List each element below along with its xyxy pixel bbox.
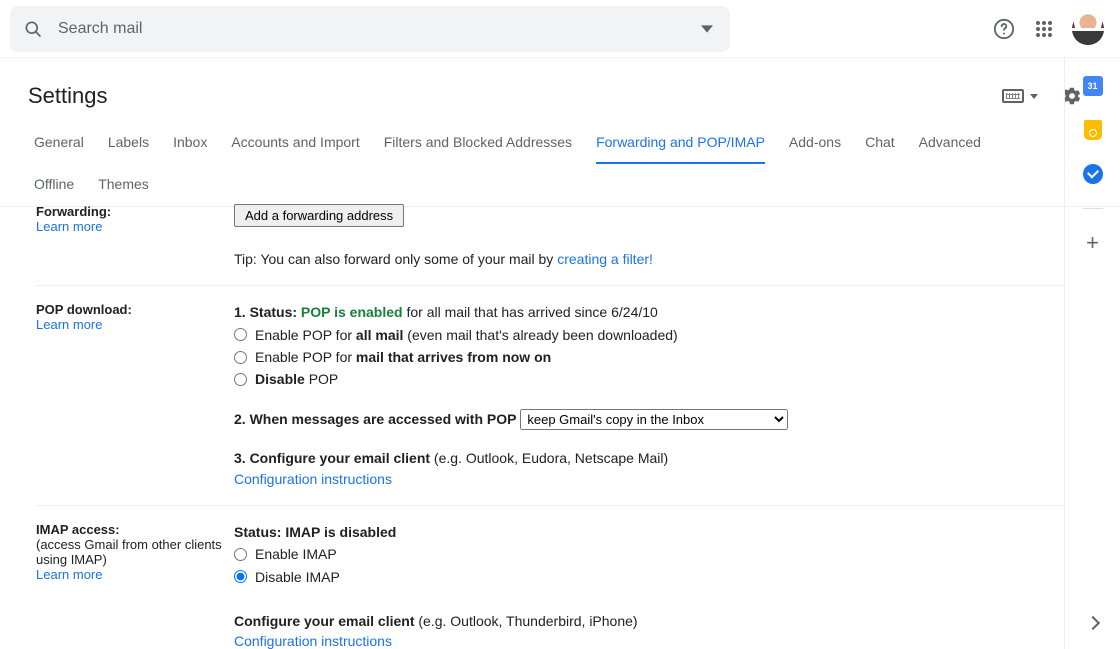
- search-icon[interactable]: [10, 6, 56, 52]
- settings-content[interactable]: Forwarding: Learn more Add a forwarding …: [0, 188, 1064, 649]
- hide-sidepanel-icon[interactable]: [1083, 613, 1103, 633]
- sidepanel-divider: [1083, 208, 1103, 209]
- pop-label: POP download:: [36, 302, 234, 317]
- chevron-down-icon: [1030, 94, 1038, 99]
- pop-radio-allmail[interactable]: [234, 328, 247, 341]
- creating-filter-link[interactable]: creating a filter!: [557, 251, 653, 267]
- title-bar: Settings: [0, 58, 1120, 120]
- search-box[interactable]: [10, 6, 730, 52]
- tasks-icon[interactable]: [1083, 164, 1103, 184]
- page-title: Settings: [28, 83, 1002, 109]
- forwarding-tip: Tip: You can also forward only some of y…: [234, 249, 1044, 269]
- pop-config-instructions-link[interactable]: Configuration instructions: [234, 469, 1044, 489]
- pop-option-allmail[interactable]: Enable POP for all mail (even mail that'…: [234, 325, 1044, 345]
- search-options-dropdown[interactable]: [684, 6, 730, 52]
- tab-general[interactable]: General: [34, 122, 84, 164]
- pop-configure-line: 3. Configure your email client (e.g. Out…: [234, 448, 1044, 468]
- pop-learn-more[interactable]: Learn more: [36, 317, 234, 332]
- search-input[interactable]: [56, 6, 684, 52]
- tab-addons[interactable]: Add-ons: [789, 122, 841, 164]
- pop-option-disable[interactable]: Disable POP: [234, 369, 1044, 389]
- tab-inbox[interactable]: Inbox: [173, 122, 207, 164]
- forwarding-label: Forwarding:: [36, 204, 234, 219]
- apps-grid-icon[interactable]: [1024, 9, 1064, 49]
- tab-labels[interactable]: Labels: [108, 122, 149, 164]
- keep-icon[interactable]: [1083, 120, 1103, 140]
- imap-radio-enable[interactable]: [234, 548, 247, 561]
- side-panel: +: [1064, 58, 1120, 649]
- tab-chat[interactable]: Chat: [865, 122, 895, 164]
- pop-radio-disable[interactable]: [234, 373, 247, 386]
- add-forwarding-address-button[interactable]: Add a forwarding address: [234, 204, 404, 227]
- input-tools-button[interactable]: [1002, 89, 1038, 103]
- forwarding-learn-more[interactable]: Learn more: [36, 219, 234, 234]
- tab-accounts-import[interactable]: Accounts and Import: [231, 122, 359, 164]
- get-addons-icon[interactable]: +: [1083, 233, 1103, 253]
- imap-sublabel: (access Gmail from other clients using I…: [36, 537, 234, 567]
- pop-when-accessed-row: 2. When messages are accessed with POP k…: [234, 409, 1044, 430]
- tab-filters-blocked[interactable]: Filters and Blocked Addresses: [384, 122, 572, 164]
- pop-radio-fromnow[interactable]: [234, 351, 247, 364]
- imap-config-instructions-link[interactable]: Configuration instructions: [234, 631, 1044, 649]
- pop-option-fromnow[interactable]: Enable POP for mail that arrives from no…: [234, 347, 1044, 367]
- calendar-icon[interactable]: [1083, 76, 1103, 96]
- imap-status: Status: IMAP is disabled: [234, 524, 396, 540]
- tab-forwarding-pop-imap[interactable]: Forwarding and POP/IMAP: [596, 122, 765, 164]
- imap-learn-more[interactable]: Learn more: [36, 567, 234, 582]
- imap-option-enable[interactable]: Enable IMAP: [234, 544, 1044, 564]
- imap-label: IMAP access:: [36, 522, 234, 537]
- account-avatar[interactable]: [1072, 13, 1104, 45]
- section-imap: IMAP access: (access Gmail from other cl…: [36, 506, 1064, 649]
- imap-option-disable[interactable]: Disable IMAP: [234, 567, 1044, 587]
- imap-radio-disable[interactable]: [234, 570, 247, 583]
- keyboard-icon: [1002, 89, 1024, 103]
- pop-action-select[interactable]: keep Gmail's copy in the Inbox: [520, 409, 788, 430]
- support-icon[interactable]: [984, 9, 1024, 49]
- tab-advanced[interactable]: Advanced: [919, 122, 981, 164]
- header-bar: [0, 0, 1120, 58]
- pop-status-line: 1. Status: POP is enabled for all mail t…: [234, 302, 1044, 322]
- imap-configure-line: Configure your email client (e.g. Outloo…: [234, 611, 1044, 631]
- section-forwarding: Forwarding: Learn more Add a forwarding …: [36, 188, 1064, 286]
- pop-status-value: POP is enabled: [301, 304, 403, 320]
- section-pop: POP download: Learn more 1. Status: POP …: [36, 286, 1064, 506]
